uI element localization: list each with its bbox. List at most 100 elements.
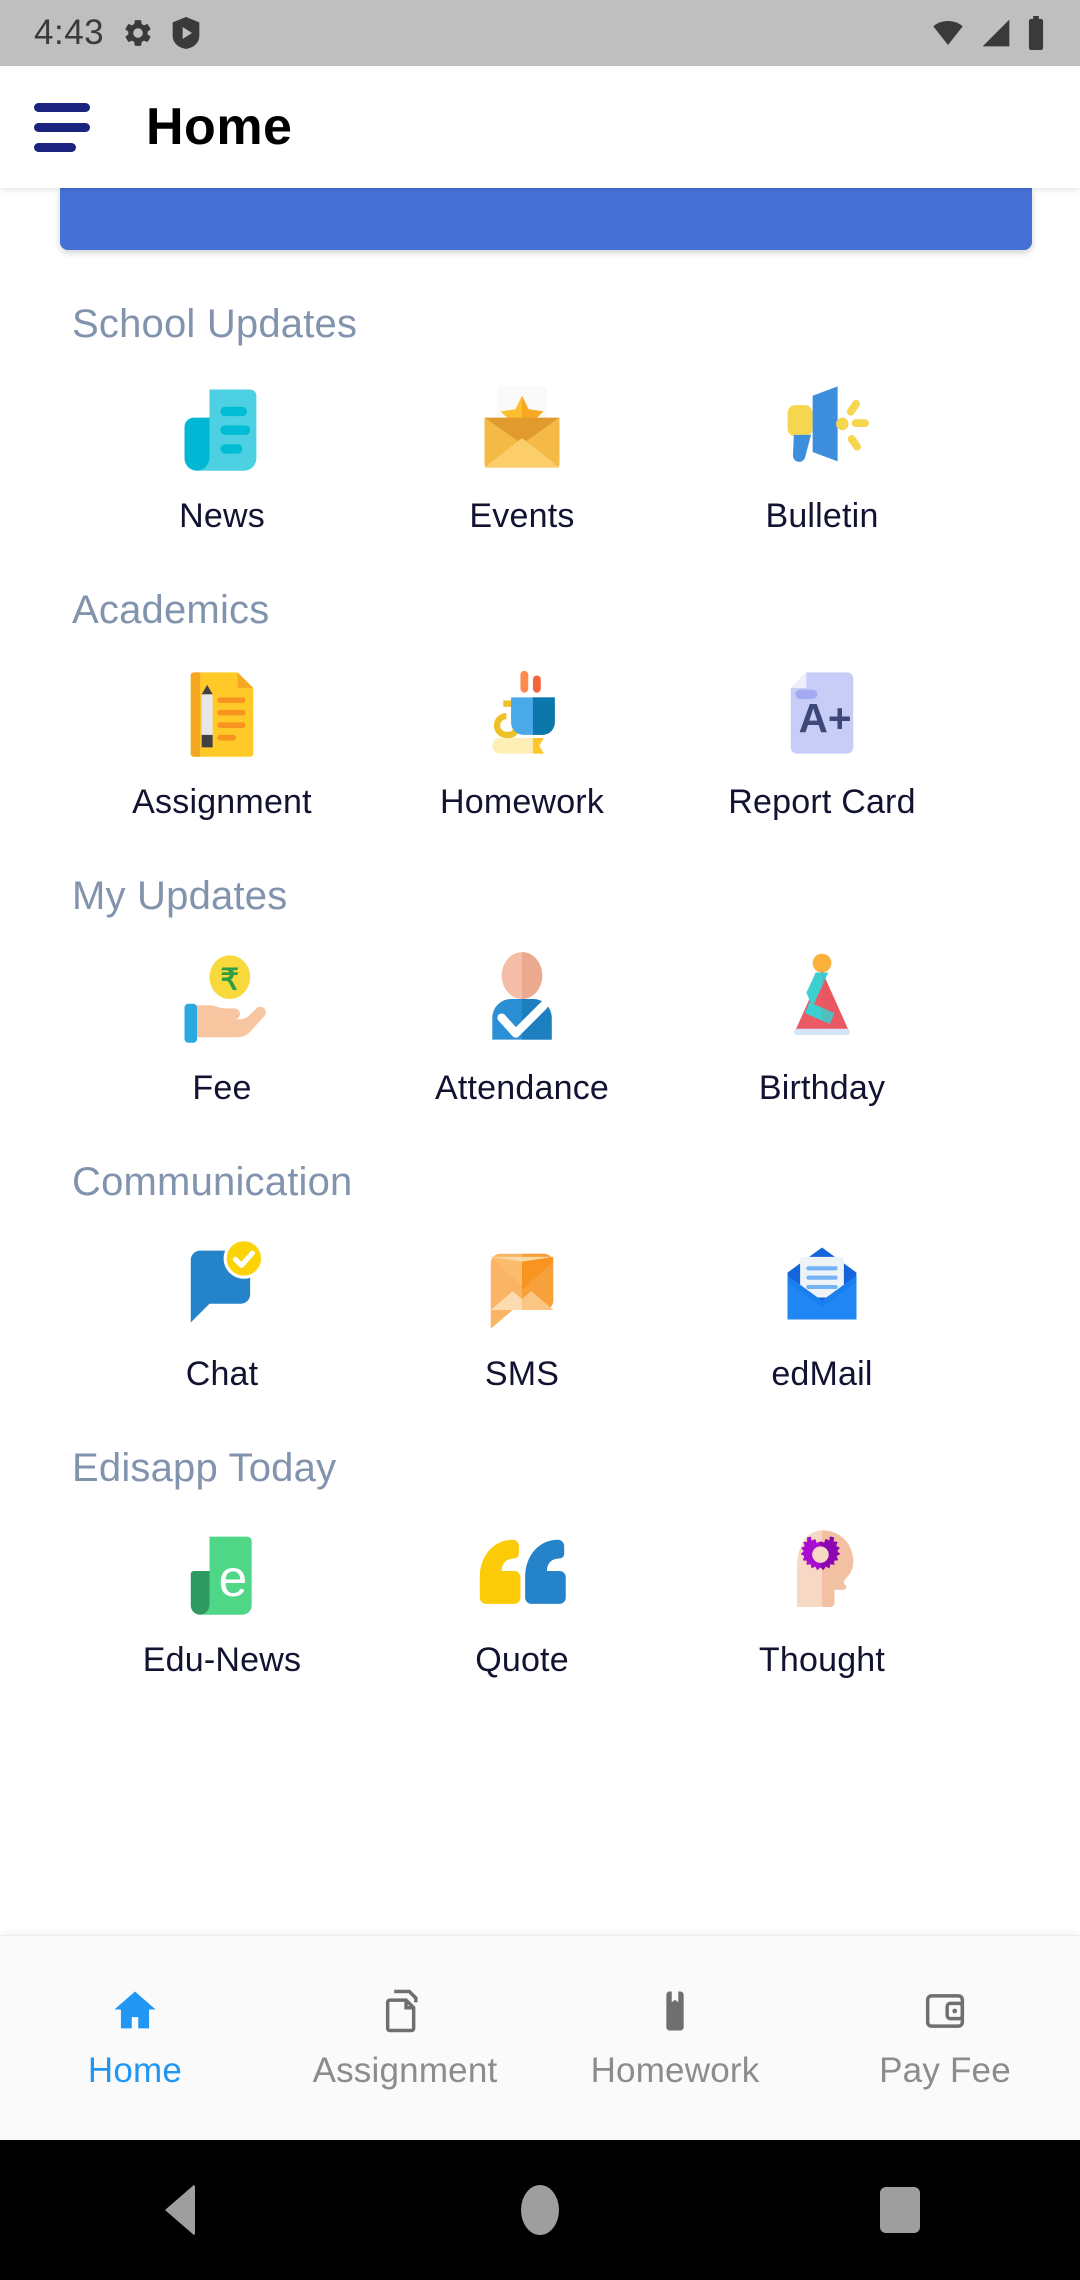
tile-fee[interactable]: ₹ Fee (72, 945, 372, 1108)
hamburger-line (34, 102, 90, 112)
tile-quote[interactable]: Quote (372, 1517, 672, 1680)
tile-assignment[interactable]: Assignment (72, 659, 372, 822)
attendance-icon (472, 945, 572, 1049)
section-academics: Academics Assignment Homework A+ Report … (0, 588, 1080, 822)
hamburger-line (34, 142, 76, 152)
sms-icon (472, 1231, 572, 1335)
chat-icon (172, 1231, 272, 1335)
signal-icon (982, 19, 1010, 47)
tile-row: News Events Bulletin (72, 373, 1080, 536)
assignment-icon (172, 659, 272, 763)
wifi-icon (933, 21, 963, 45)
promo-banner[interactable] (60, 188, 1032, 250)
tile-events[interactable]: Events (372, 373, 672, 536)
status-bar-left: 4:43 (34, 13, 200, 53)
phone-screen: 4:43 Home School Updates News Events Bul… (0, 0, 1080, 2280)
tile-label: Quote (475, 1641, 569, 1679)
section-title: School Updates (72, 302, 358, 346)
section-edisapp-today: Edisapp Today e Edu-News Quote Thought (0, 1446, 1080, 1680)
homework-icon (472, 659, 572, 763)
fee-icon: ₹ (172, 945, 272, 1049)
thought-icon (772, 1517, 872, 1621)
nav-item-home[interactable]: Home (0, 1985, 270, 2091)
tile-label: Chat (185, 1355, 259, 1393)
home-circle-icon (521, 2185, 559, 2235)
tile-thought[interactable]: Thought (672, 1517, 972, 1680)
tile-news[interactable]: News (72, 373, 372, 536)
status-bar-right (930, 16, 1046, 50)
tile-chat[interactable]: Chat (72, 1231, 372, 1394)
svg-text:e: e (219, 1549, 248, 1607)
bookmark-icon (666, 1991, 684, 2031)
tile-label: Birthday (758, 1069, 886, 1107)
tile-label: Edu-News (142, 1641, 302, 1679)
tile-label: SMS (484, 1355, 560, 1393)
bulletin-icon (772, 373, 872, 477)
battery-icon (1028, 16, 1044, 50)
tile-row: ₹ Fee Attendance Birthday (72, 945, 1080, 1108)
home-icon (114, 1991, 156, 2029)
tile-label: News (179, 497, 265, 535)
tile-edu-news[interactable]: e Edu-News (72, 1517, 372, 1680)
events-icon (472, 373, 572, 477)
nav-item-pay-fee[interactable]: Pay Fee (810, 1985, 1080, 2091)
tile-report-card[interactable]: A+ Report Card (672, 659, 972, 822)
tile-row: Assignment Homework A+ Report Card (72, 659, 1080, 822)
section-my-updates: My Updates ₹ Fee Attendance Birthday (0, 874, 1080, 1108)
tile-edmail[interactable]: edMail (672, 1231, 972, 1394)
back-triangle-icon (165, 2184, 195, 2236)
tile-label: Bulletin (765, 497, 879, 535)
tile-homework[interactable]: Homework (372, 659, 672, 822)
promo-banner-container (0, 188, 1080, 250)
tile-sms[interactable]: SMS (372, 1231, 672, 1394)
tile-label: Homework (439, 783, 605, 821)
tile-birthday[interactable]: Birthday (672, 945, 972, 1108)
status-bar: 4:43 (0, 0, 1080, 66)
tile-label: Fee (192, 1069, 252, 1107)
hamburger-line (34, 122, 90, 132)
bottom-navigation-bar: Home Assignment Homework Pay Fee (0, 1935, 1080, 2140)
android-recents-button[interactable] (840, 2187, 960, 2233)
android-back-button[interactable] (120, 2184, 240, 2236)
svg-text:A+: A+ (799, 695, 852, 741)
hamburger-menu-icon[interactable] (34, 102, 94, 152)
tile-bulletin[interactable]: Bulletin (672, 373, 972, 536)
section-title: Communication (72, 1160, 353, 1204)
section-title: Edisapp Today (72, 1446, 337, 1490)
section-communication: Communication Chat SMS edMail (0, 1160, 1080, 1394)
tile-label: Thought (758, 1641, 886, 1679)
wallet-card-icon (925, 1994, 965, 2028)
edmail-icon (772, 1231, 872, 1335)
android-system-nav (0, 2140, 1080, 2280)
nav-label: Pay Fee (879, 2051, 1011, 2090)
tile-attendance[interactable]: Attendance (372, 945, 672, 1108)
news-icon (172, 373, 272, 477)
page-title: Home (146, 98, 293, 156)
tile-label: Events (469, 497, 575, 535)
birthday-icon (772, 945, 872, 1049)
copy-pages-icon (385, 1989, 418, 2033)
recents-square-icon (880, 2187, 920, 2233)
edu-news-icon: e (172, 1517, 272, 1621)
nav-label: Homework (590, 2051, 760, 2090)
tile-row: e Edu-News Quote Thought (72, 1517, 1080, 1680)
app-bar: Home (0, 66, 1080, 188)
report-card-icon: A+ (772, 659, 872, 763)
nav-item-assignment[interactable]: Assignment (270, 1985, 540, 2091)
play-store-icon (172, 17, 200, 49)
nav-label: Assignment (312, 2051, 498, 2090)
section-title: Academics (72, 588, 270, 632)
android-home-button[interactable] (480, 2185, 600, 2235)
main-scroll-area[interactable]: School Updates News Events Bulletin Acad… (0, 188, 1080, 1935)
status-bar-clock: 4:43 (34, 13, 105, 52)
tile-label: Assignment (132, 783, 312, 821)
tile-label: edMail (771, 1355, 873, 1393)
tile-label: Attendance (434, 1069, 610, 1107)
tile-label: Report Card (728, 783, 916, 821)
nav-label: Home (87, 2051, 183, 2090)
svg-text:₹: ₹ (220, 964, 239, 997)
section-title: My Updates (72, 874, 288, 918)
gear-icon (125, 20, 151, 46)
quote-icon (472, 1517, 572, 1621)
nav-item-homework[interactable]: Homework (540, 1985, 810, 2091)
